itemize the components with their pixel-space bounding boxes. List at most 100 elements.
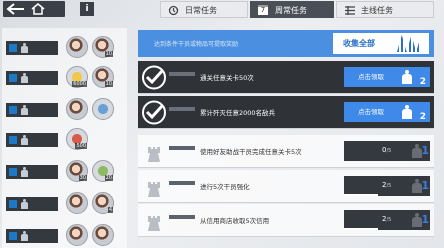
reward-row-bar	[6, 197, 58, 211]
chess-piece-icon	[20, 167, 29, 177]
mission-name: 进行5次干员强化	[200, 183, 250, 191]
reward-row: 6000 10	[6, 66, 125, 89]
reward-count: 500	[75, 143, 87, 149]
check-icon	[142, 65, 166, 90]
mission-row: 通关任意关卡50次 点击领取 2	[138, 61, 434, 94]
chess-piece-icon	[20, 231, 29, 241]
reward-item-icon[interactable]: 10	[92, 36, 114, 58]
reward-row-bar	[6, 229, 58, 243]
progress-total: /5	[386, 183, 392, 189]
reward-amount: 1	[421, 179, 429, 192]
reward-row-bar	[6, 71, 58, 85]
chess-piece-icon	[20, 105, 29, 115]
chess-piece-icon	[20, 135, 29, 145]
reward-count: 30	[78, 175, 87, 181]
reward-row-bar	[6, 103, 58, 117]
reward-count: 20	[104, 175, 113, 181]
claim-all-text: 达到条件干员或物品可提取奖励	[154, 41, 239, 48]
calendar-icon: 7	[258, 5, 268, 15]
reward-row-bar	[6, 41, 58, 55]
castle-icon	[148, 216, 160, 231]
rank-chip	[9, 74, 17, 82]
claim-button[interactable]: 点击领取 2	[344, 67, 430, 87]
progress-text: 2/5	[382, 181, 391, 189]
progress-text: 2/5	[382, 215, 391, 223]
main-story-icon	[345, 6, 355, 15]
reward-item-icon[interactable]	[66, 224, 88, 246]
rank-chip	[9, 232, 17, 240]
reward-item-icon[interactable]	[66, 98, 88, 120]
reward-amount: 1	[421, 213, 429, 226]
mission-row: 累计歼灭任意2000名敌兵 点击领取 2	[138, 96, 434, 129]
reward-count: 4	[107, 207, 113, 213]
chess-piece-icon	[20, 199, 29, 209]
reward-item-icon[interactable]: 6000	[66, 66, 88, 88]
reward-count: 10	[104, 81, 113, 87]
reward-count: 6000	[72, 81, 87, 87]
chess-piece-icon	[402, 105, 412, 119]
tab-main-label: 主线任务	[361, 6, 393, 15]
tab-weekly-label: 周常任务	[275, 6, 307, 15]
rank-chip	[9, 44, 17, 52]
mission-tag	[169, 107, 195, 111]
reward-row: 10	[6, 36, 125, 59]
castle-icon	[148, 147, 160, 162]
progress-total: /5	[386, 217, 392, 223]
mission-name: 使用好友助战干员完成任意关卡5次	[200, 148, 302, 156]
chess-piece-icon	[20, 73, 29, 83]
reward-item-icon[interactable]	[92, 224, 114, 246]
claim-label: 点击领取	[358, 73, 384, 81]
progress-box: 0/5 1	[344, 141, 430, 161]
claim-button[interactable]: 点击领取 2	[344, 102, 430, 122]
tab-daily-label: 日常任务	[185, 6, 217, 15]
chess-piece-icon	[402, 70, 412, 84]
check-icon	[142, 100, 166, 125]
top-bar: i 日常任务 7 周常任务 主线任务	[0, 0, 444, 22]
chess-piece-icon	[20, 43, 29, 53]
rank-chip	[9, 106, 17, 114]
reward-amount: 1	[421, 144, 429, 157]
reward-row: 30 20	[6, 160, 125, 183]
castle-icon	[148, 182, 160, 197]
progress-box: 2/5 1	[344, 176, 430, 196]
reward-item-icon[interactable]: 4	[92, 192, 114, 214]
rank-chip	[9, 168, 17, 176]
reward-item-icon[interactable]: 500	[66, 128, 88, 150]
reward-item-icon[interactable]	[92, 98, 114, 120]
tab-main[interactable]: 主线任务	[336, 1, 434, 18]
reward-row	[6, 98, 125, 121]
rank-chip	[9, 200, 17, 208]
reward-amount: 2	[419, 77, 426, 87]
tab-daily[interactable]: 日常任务	[160, 1, 248, 18]
tab-weekly[interactable]: 7 周常任务	[250, 1, 334, 18]
claim-label: 点击领取	[358, 108, 384, 116]
reward-item-icon[interactable]: 30	[66, 160, 88, 182]
mission-name: 累计歼灭任意2000名敌兵	[200, 109, 276, 117]
claim-all-button[interactable]: 收集全部	[333, 33, 429, 54]
progress-total: /5	[386, 148, 392, 154]
reward-row-bar	[6, 133, 58, 147]
refresh-icon	[168, 5, 179, 16]
reward-item-icon[interactable]	[66, 36, 88, 58]
reward-amount: 2	[419, 112, 426, 122]
reward-item-icon[interactable]	[66, 192, 88, 214]
reward-item-icon[interactable]: 20	[92, 160, 114, 182]
reward-row: 4	[6, 192, 125, 215]
home-button[interactable]	[3, 1, 65, 17]
mission-row: 进行5次干员强化 2/5 1	[138, 170, 434, 203]
mission-tag	[169, 215, 195, 219]
mission-row: 使用好友助战干员完成任意关卡5次 0/5 1	[138, 135, 434, 168]
progress-text: 0/5	[382, 146, 391, 154]
reward-count: 10	[104, 51, 113, 57]
mission-name: 从信用商店收取5次信用	[200, 217, 270, 225]
mission-tag	[169, 146, 195, 150]
reward-pile-icon	[397, 35, 421, 52]
reward-item-icon[interactable]: 10	[92, 66, 114, 88]
progress-fill	[344, 228, 379, 230]
reward-list: 10 6000 10 500 30 20 4	[2, 28, 127, 248]
progress-box: 2/5 1	[344, 210, 430, 230]
mission-row: 从信用商店收取5次信用 2/5 1	[138, 204, 434, 237]
progress-fill	[344, 194, 379, 196]
info-button[interactable]: i	[80, 2, 94, 16]
reward-row	[6, 224, 125, 247]
